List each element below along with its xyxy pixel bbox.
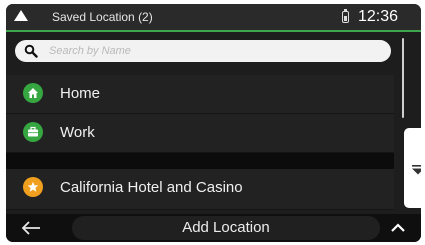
battery-icon	[342, 9, 349, 23]
bottom-bar: Add Location	[6, 214, 421, 242]
list-item-label: Work	[60, 124, 95, 141]
list-item-california-hotel[interactable]: California Hotel and Casino	[6, 169, 394, 210]
chevron-up-icon	[391, 223, 405, 232]
navigation-screen: Saved Location (2) 12:36 Home Work	[6, 4, 421, 242]
home-icon	[23, 83, 43, 103]
list-item-work[interactable]: Work	[6, 114, 394, 153]
section-divider	[6, 153, 394, 169]
add-location-button[interactable]: Add Location	[72, 216, 380, 240]
chevron-down-icon	[412, 165, 421, 175]
list-item-label: Home	[60, 85, 101, 102]
clock: 12:36	[358, 8, 399, 25]
search-input[interactable]	[49, 42, 369, 60]
list-item-home[interactable]: Home	[6, 75, 394, 114]
search-bar[interactable]	[15, 40, 391, 62]
back-arrow-icon	[21, 221, 40, 235]
map-view-up-icon[interactable]	[14, 10, 28, 21]
list-item-label: California Hotel and Casino	[60, 179, 243, 196]
more-button[interactable]	[388, 218, 418, 238]
back-button[interactable]	[20, 218, 60, 238]
search-icon	[24, 44, 38, 58]
status-bar: Saved Location (2) 12:36	[6, 4, 421, 32]
scroll-down-button[interactable]	[404, 128, 421, 208]
screen-title: Saved Location (2)	[52, 10, 153, 24]
briefcase-icon	[23, 122, 43, 142]
scrollbar-thumb[interactable]	[402, 38, 404, 118]
star-icon	[23, 177, 43, 197]
